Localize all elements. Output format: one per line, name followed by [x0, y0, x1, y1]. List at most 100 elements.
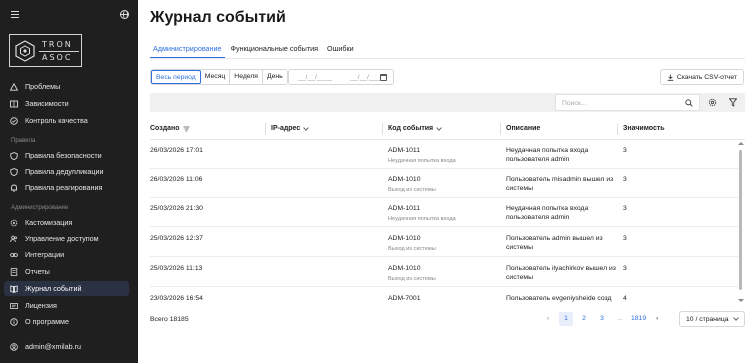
table-body: 26/03/2026 17:01 ADM-1011 Неудачная попы…: [150, 140, 738, 304]
journal-icon: [10, 285, 18, 293]
cell-event-code-desc: Выход из системы: [388, 246, 436, 252]
sidebar-item-dependencies[interactable]: Зависимости: [4, 96, 129, 111]
date-from-field[interactable]: __/__/____: [298, 74, 332, 81]
page-size-select[interactable]: 10 / страница: [679, 311, 745, 327]
sidebar-item-label: Проблемы: [25, 82, 61, 91]
user-menu[interactable]: admin@xmilab.ru: [4, 339, 129, 354]
sort-icon[interactable]: [183, 126, 190, 132]
menu-icon[interactable]: [11, 11, 19, 18]
globe-icon[interactable]: [120, 10, 129, 19]
period-day-button[interactable]: День: [263, 70, 287, 84]
sidebar-item-dedup-rules[interactable]: Правила дедупликации: [4, 164, 129, 179]
cell-event-code: ADM-1011: [388, 205, 420, 212]
table-row[interactable]: 26/03/2026 17:01 ADM-1011 Неудачная попы…: [150, 140, 738, 169]
settings-icon: [10, 219, 18, 227]
sidebar-item-event-log[interactable]: Журнал событий: [4, 281, 129, 296]
sidebar-section-administration: Администрирование: [11, 205, 69, 211]
cell-event-code-desc: Выход из системы: [388, 187, 436, 193]
sidebar-item-integrations[interactable]: Интеграции: [4, 247, 129, 262]
column-severity-label: Значимость: [623, 125, 665, 132]
shield-check-icon: [10, 116, 18, 125]
column-event-code-label: Код события: [388, 125, 434, 132]
period-all-button[interactable]: Весь период: [151, 70, 201, 84]
table-row[interactable]: 25/03/2026 21:30 ADM-1011 Неудачная попы…: [150, 198, 738, 227]
table-header: Создано IP-адрес Код события Описание Зн…: [150, 118, 745, 140]
license-icon: [10, 302, 18, 310]
column-description: Описание: [506, 125, 540, 132]
alert-triangle-icon: [10, 82, 18, 91]
sidebar-item-label: Лицензия: [25, 301, 57, 310]
next-page-button[interactable]: ›: [650, 312, 664, 326]
sidebar-item-reports[interactable]: Отчеты: [4, 264, 129, 279]
cell-severity: 3: [623, 176, 627, 183]
column-divider: [265, 123, 266, 135]
filter-icon[interactable]: [729, 98, 737, 107]
cell-created: 26/03/2026 17:01: [150, 147, 203, 154]
sidebar-item-label: Интеграции: [25, 250, 65, 259]
chevron-down-icon[interactable]: [303, 126, 309, 131]
bell-icon: [10, 184, 18, 192]
cell-severity: 4: [623, 295, 627, 302]
cell-event-code-desc: Неудачная попытка входа: [388, 158, 456, 164]
download-csv-button[interactable]: Скачать CSV-отчет: [660, 69, 744, 85]
period-month-button[interactable]: Месяц: [200, 70, 231, 84]
cell-severity: 3: [623, 265, 627, 272]
page-button-3[interactable]: 3: [595, 312, 609, 326]
sidebar-item-security-rules[interactable]: Правила безопасности: [4, 148, 129, 163]
sidebar-item-label: О программе: [25, 317, 69, 326]
scroll-down-icon[interactable]: [738, 299, 744, 302]
table-row[interactable]: 25/03/2026 11:13 ADM-1010 Выход из систе…: [150, 258, 738, 287]
page-button-2[interactable]: 2: [577, 312, 591, 326]
date-range-picker[interactable]: __/__/____ __/__/____: [288, 69, 394, 85]
column-event-code[interactable]: Код события: [388, 125, 442, 132]
table-row[interactable]: 26/03/2026 11:06 ADM-1010 Выход из систе…: [150, 169, 738, 198]
cell-created: 25/03/2026 12:37: [150, 235, 203, 242]
tab-errors[interactable]: Ошибки: [324, 40, 357, 58]
page-button-1[interactable]: 1: [559, 312, 573, 326]
page-button-last[interactable]: 1819: [631, 312, 646, 326]
column-created[interactable]: Создано: [150, 125, 190, 132]
period-week-button[interactable]: Неделя: [230, 70, 263, 84]
shield-icon: [10, 151, 18, 160]
logo[interactable]: TRON ASOC: [9, 34, 82, 67]
gear-icon[interactable]: [708, 98, 717, 107]
sidebar-item-quality-control[interactable]: Контроль качества: [4, 113, 129, 128]
shield-icon: [10, 167, 18, 176]
cell-description: Пользователь evgeniysheide созд: [506, 295, 612, 302]
scroll-up-icon[interactable]: [738, 142, 744, 145]
page-title: Журнал событий: [150, 9, 286, 26]
sidebar-item-label: Правила дедупликации: [25, 167, 104, 176]
search-icon[interactable]: [685, 99, 693, 107]
sidebar-item-customization[interactable]: Кастомизация: [4, 215, 129, 230]
sidebar-item-problems[interactable]: Проблемы: [4, 79, 129, 94]
column-ip-label: IP-адрес: [271, 125, 301, 132]
calendar-icon[interactable]: [380, 74, 387, 81]
table-row[interactable]: 25/03/2026 12:37 ADM-1010 Выход из систе…: [150, 228, 738, 257]
cell-event-code: ADM-1010: [388, 265, 421, 272]
sidebar-item-about[interactable]: О программе: [4, 314, 129, 329]
period-selector: Весь период Месяц Неделя День: [150, 69, 288, 85]
tab-functional-events[interactable]: Функциональные события: [228, 40, 322, 58]
info-icon: [10, 317, 18, 326]
logo-text-bottom: ASOC: [42, 53, 73, 62]
column-created-label: Создано: [150, 125, 180, 132]
prev-page-button[interactable]: ‹: [541, 312, 555, 326]
page-ellipsis[interactable]: ...: [613, 312, 627, 326]
table-scrollbar[interactable]: [738, 140, 744, 304]
search-input[interactable]: [562, 97, 682, 109]
cell-event-code: ADM-1011: [388, 147, 420, 154]
sidebar-item-label: Контроль качества: [25, 116, 88, 125]
scrollbar-thumb[interactable]: [739, 150, 742, 290]
tab-administration[interactable]: Администрирование: [150, 40, 225, 58]
sidebar-item-access-management[interactable]: Управление доступом: [4, 231, 129, 246]
date-to-field[interactable]: __/__/____: [350, 74, 384, 81]
cell-severity: 3: [623, 147, 627, 154]
table-row[interactable]: 23/03/2026 16:54 ADM-7001 Пользователь e…: [150, 288, 738, 304]
chevron-down-icon[interactable]: [436, 126, 442, 131]
filter-bar: [150, 93, 745, 112]
report-icon: [10, 267, 18, 276]
sidebar-item-license[interactable]: Лицензия: [4, 298, 129, 313]
column-ip[interactable]: IP-адрес: [271, 125, 309, 132]
sidebar-item-label: Правила безопасности: [25, 151, 102, 160]
sidebar-item-response-rules[interactable]: Правила реагирования: [4, 180, 129, 195]
